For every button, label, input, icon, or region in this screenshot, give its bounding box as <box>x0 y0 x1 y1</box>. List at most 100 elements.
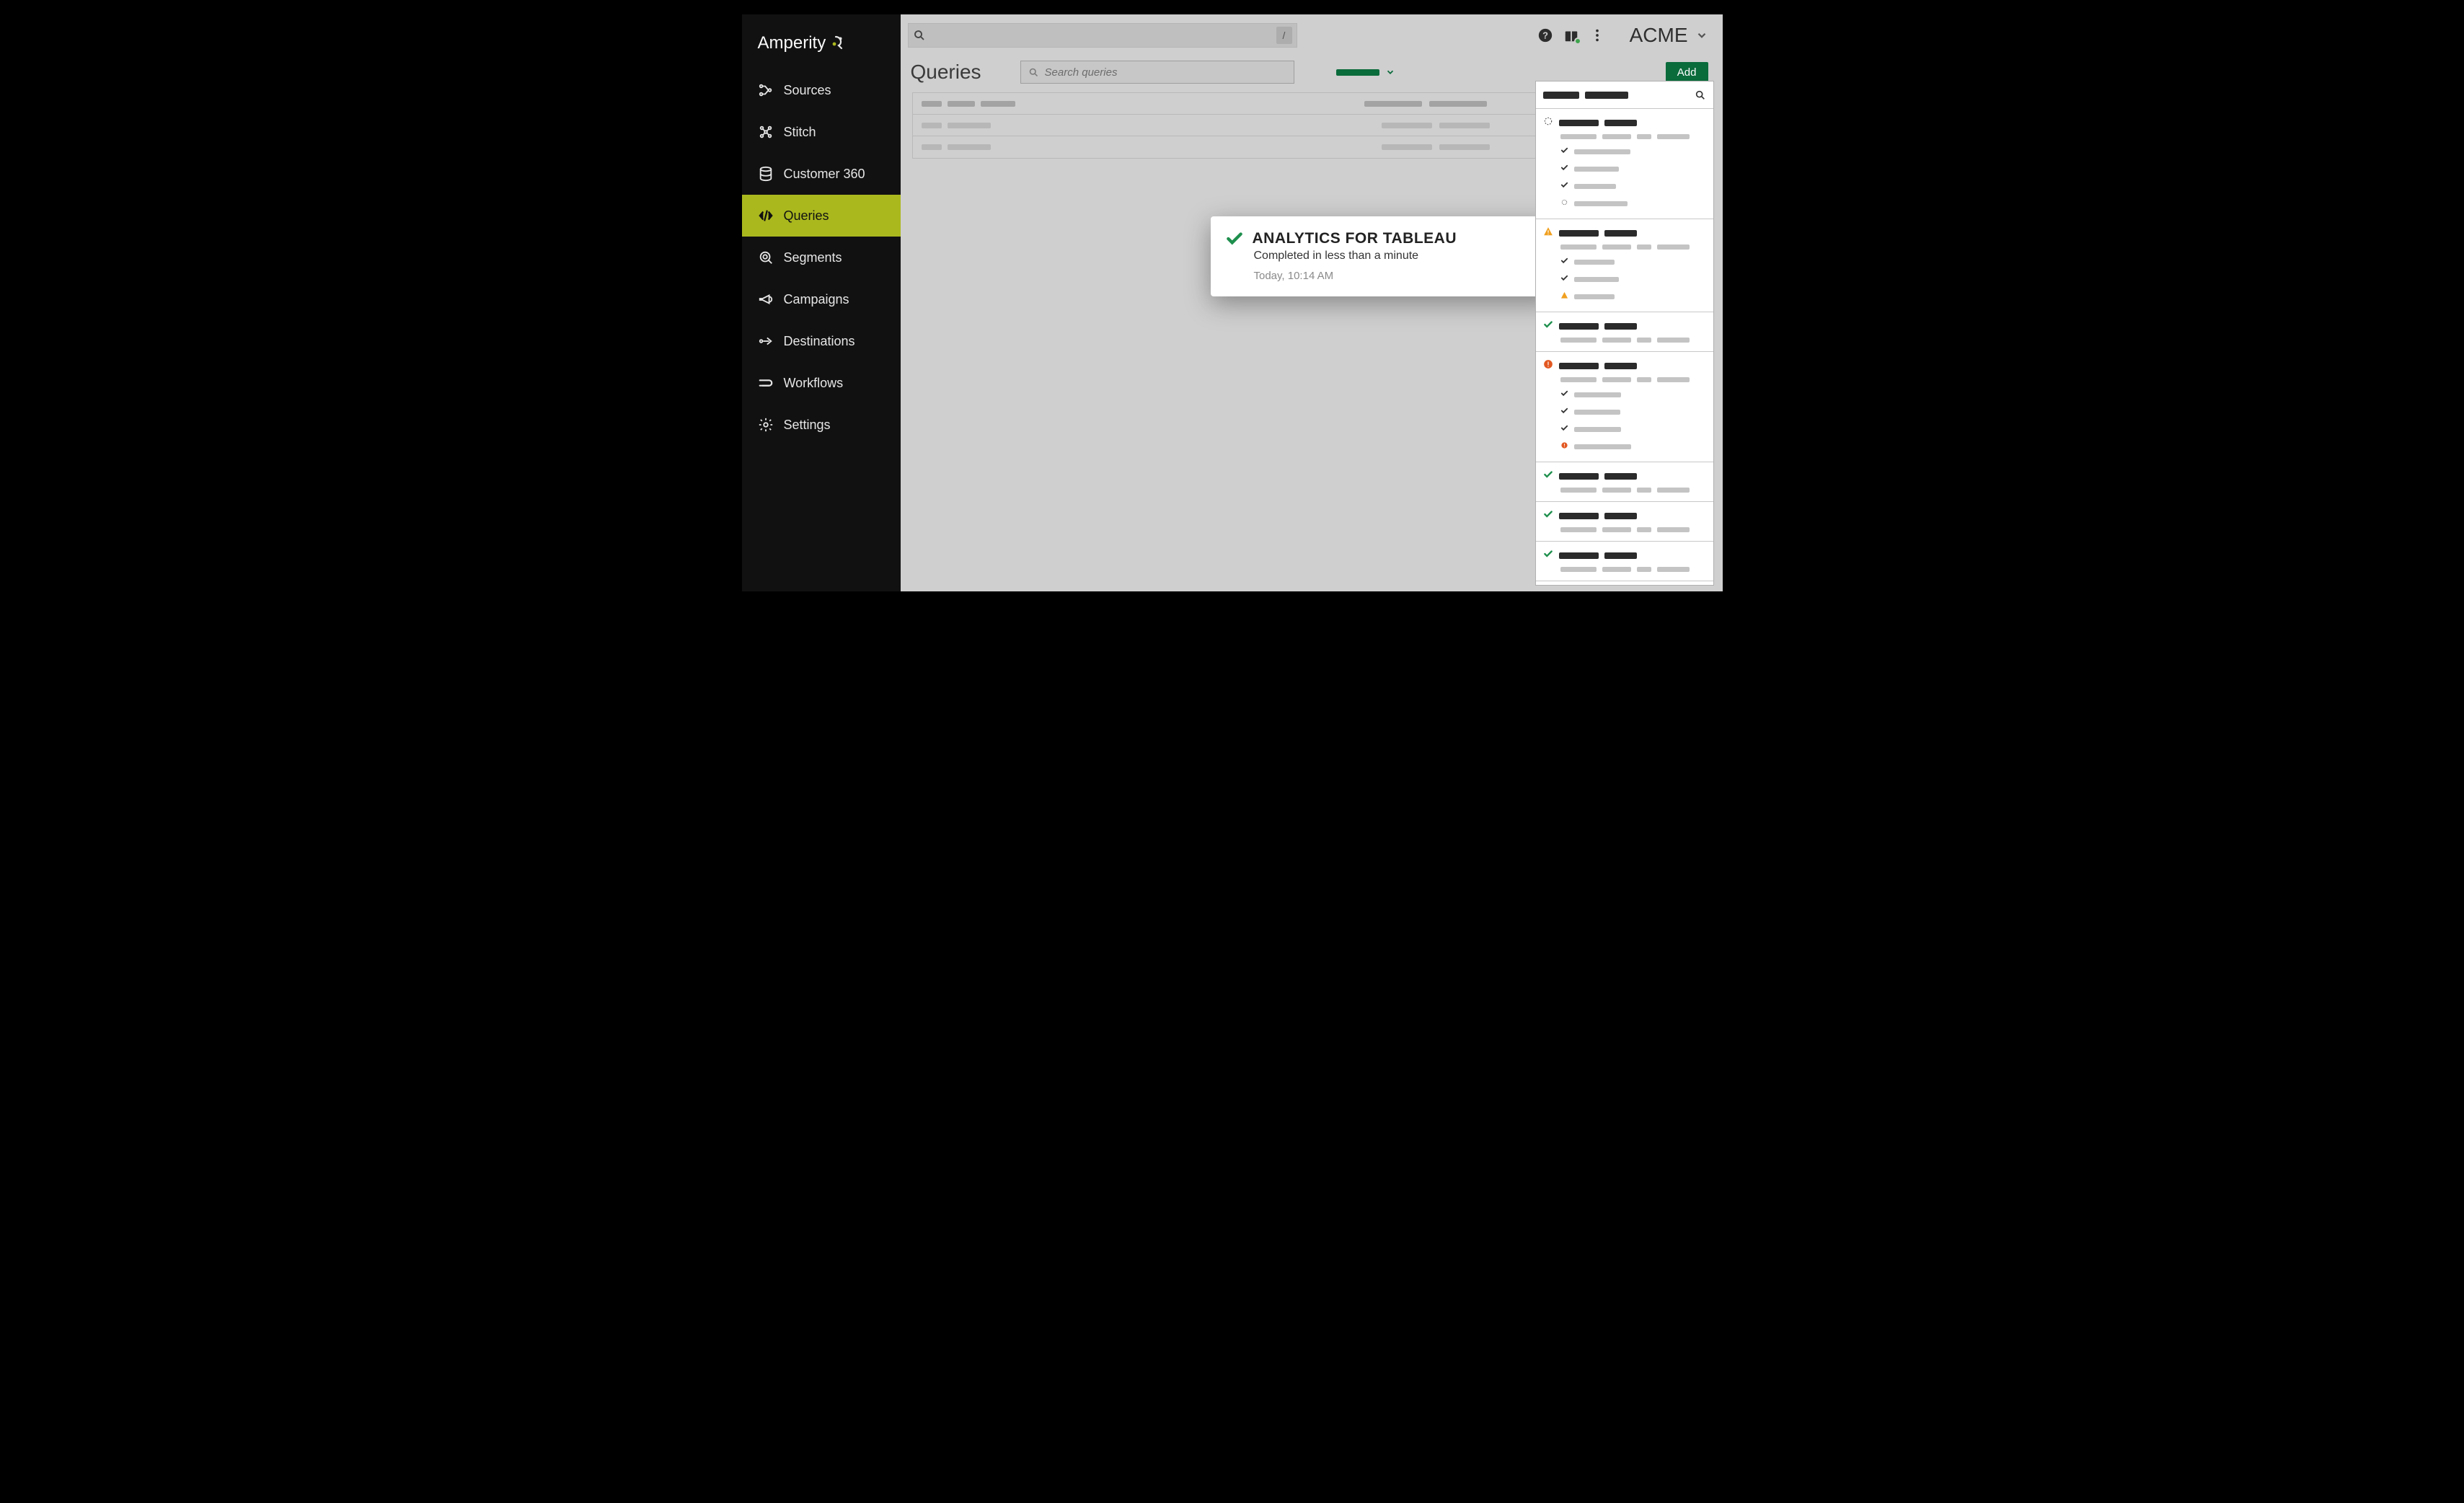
notification-sub-item <box>1560 290 1706 303</box>
notification-sub-item <box>1560 255 1706 268</box>
notifications-panel <box>1535 81 1714 586</box>
notification-dot <box>1574 38 1581 45</box>
sidebar-item-label: Campaigns <box>784 292 849 307</box>
tenant-name: ACME <box>1630 24 1688 47</box>
sidebar-item-label: Settings <box>784 418 831 433</box>
sidebar-item-label: Customer 360 <box>784 167 865 182</box>
notification-sub-item <box>1560 405 1706 418</box>
callout-timestamp: Today, 10:14 AM <box>1254 270 1541 282</box>
whats-new-button[interactable] <box>1563 27 1579 43</box>
campaigns-icon <box>758 291 774 307</box>
sub-status-icon <box>1560 197 1568 210</box>
segments-icon <box>758 250 774 265</box>
sidebar-item-segments[interactable]: Segments <box>742 237 901 278</box>
notification-card[interactable] <box>1536 462 1713 502</box>
sub-status-icon <box>1560 255 1568 268</box>
sub-status-icon <box>1560 290 1568 303</box>
notification-card[interactable] <box>1536 109 1713 219</box>
sidebar-item-customer360[interactable]: Customer 360 <box>742 153 901 195</box>
sidebar-item-label: Workflows <box>784 376 844 391</box>
sub-status-icon <box>1560 145 1568 158</box>
notification-sub-item <box>1560 388 1706 401</box>
sidebar-item-sources[interactable]: Sources <box>742 69 901 111</box>
status-icon <box>1543 470 1553 483</box>
search-icon[interactable] <box>1695 89 1706 101</box>
sidebar-item-workflows[interactable]: Workflows <box>742 362 901 404</box>
notification-sub-item <box>1560 180 1706 193</box>
sidebar-nav: Sources Stitch Customer 360 <box>742 69 901 446</box>
chevron-down-icon <box>1385 67 1395 77</box>
brand-logo: Amperity <box>742 27 901 69</box>
sources-icon <box>758 82 774 98</box>
sidebar-item-settings[interactable]: Settings <box>742 404 901 446</box>
sidebar-item-label: Stitch <box>784 125 816 140</box>
code-icon <box>758 208 774 224</box>
notification-sub-item <box>1560 423 1706 436</box>
sub-status-icon <box>1560 180 1568 193</box>
notifications-header <box>1536 81 1713 109</box>
notification-card[interactable] <box>1536 581 1713 586</box>
notification-sub-list <box>1560 145 1706 210</box>
notification-card[interactable] <box>1536 352 1713 462</box>
add-query-button[interactable]: Add <box>1666 62 1708 82</box>
search-icon <box>1028 67 1039 78</box>
notification-detail-callout: ANALYTICS FOR TABLEAU Completed in less … <box>1211 216 1557 296</box>
sub-status-icon <box>1560 440 1568 453</box>
notification-sub-item <box>1560 197 1706 210</box>
search-icon <box>913 29 926 42</box>
search-shortcut-badge: / <box>1276 27 1292 44</box>
tenant-switcher[interactable]: ACME <box>1630 24 1708 47</box>
topbar: / ? ACME <box>901 14 1723 56</box>
sidebar-item-campaigns[interactable]: Campaigns <box>742 278 901 320</box>
sidebar: Amperity Sources <box>742 14 901 591</box>
sub-status-icon <box>1560 388 1568 401</box>
notification-sub-item <box>1560 273 1706 286</box>
stitch-icon <box>758 124 774 140</box>
brand-glyph-icon <box>830 35 847 52</box>
sidebar-item-label: Queries <box>784 208 829 224</box>
sub-status-icon <box>1560 423 1568 436</box>
app-shell: Amperity Sources <box>742 14 1723 591</box>
more-vertical-icon <box>1589 27 1605 43</box>
sidebar-item-label: Destinations <box>784 334 855 349</box>
status-icon <box>1543 359 1553 373</box>
callout-title: ANALYTICS FOR TABLEAU <box>1253 230 1457 247</box>
workflows-icon <box>758 375 774 391</box>
svg-text:?: ? <box>1542 30 1548 41</box>
notification-sub-item <box>1560 440 1706 453</box>
filter-label-placeholder <box>1336 69 1379 76</box>
callout-subtitle: Completed in less than a minute <box>1254 250 1541 263</box>
notification-card[interactable] <box>1536 502 1713 542</box>
status-icon <box>1543 549 1553 563</box>
notification-card[interactable] <box>1536 219 1713 312</box>
notification-card[interactable] <box>1536 312 1713 352</box>
queries-filter-dropdown[interactable] <box>1336 67 1395 77</box>
queries-search-placeholder: Search queries <box>1045 66 1118 79</box>
notification-card[interactable] <box>1536 542 1713 581</box>
status-icon <box>1543 226 1553 240</box>
global-search[interactable]: / <box>908 23 1297 48</box>
notifications-title-placeholder <box>1543 92 1628 99</box>
help-button[interactable]: ? <box>1537 27 1553 43</box>
overflow-menu[interactable] <box>1589 27 1605 43</box>
queries-search[interactable]: Search queries <box>1020 61 1294 84</box>
status-icon <box>1543 509 1553 523</box>
sidebar-item-queries[interactable]: Queries <box>742 195 901 237</box>
check-icon <box>1225 229 1244 248</box>
gear-icon <box>758 417 774 433</box>
notification-sub-item <box>1560 162 1706 175</box>
sub-status-icon <box>1560 273 1568 286</box>
database-icon <box>758 166 774 182</box>
sidebar-item-stitch[interactable]: Stitch <box>742 111 901 153</box>
main: / ? ACME Queries <box>901 14 1723 591</box>
notification-sub-list <box>1560 255 1706 303</box>
notification-sub-item <box>1560 145 1706 158</box>
sub-status-icon <box>1560 162 1568 175</box>
destinations-icon <box>758 333 774 349</box>
sidebar-item-destinations[interactable]: Destinations <box>742 320 901 362</box>
status-icon <box>1543 319 1553 333</box>
sidebar-item-label: Segments <box>784 250 842 265</box>
page-title: Queries <box>911 61 981 84</box>
brand-name: Amperity <box>758 33 826 53</box>
help-icon: ? <box>1537 27 1553 43</box>
